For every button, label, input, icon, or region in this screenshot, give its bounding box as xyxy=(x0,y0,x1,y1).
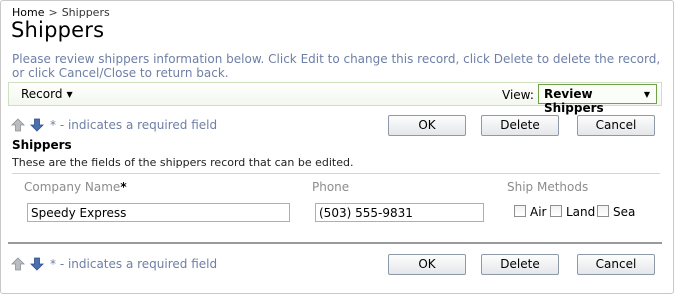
phone-field[interactable] xyxy=(315,203,484,222)
page-description: Please review shippers information below… xyxy=(12,52,661,80)
required-mark: * xyxy=(120,180,127,194)
ship-method-land-label: Land xyxy=(566,205,596,219)
page-frame xyxy=(0,0,674,294)
view-selector-value: Review Shippers xyxy=(544,87,604,115)
chevron-down-icon: ▼ xyxy=(66,90,73,99)
company-name-label: Company Name* xyxy=(24,180,127,194)
arrow-up-icon[interactable] xyxy=(11,118,25,132)
ship-method-sea-label: Sea xyxy=(613,205,636,219)
arrow-down-icon[interactable] xyxy=(30,257,44,271)
action-bar: Record ▼ View: Review Shippers ▼ xyxy=(8,82,662,115)
ship-methods-label: Ship Methods xyxy=(507,180,589,194)
delete-button[interactable]: Delete xyxy=(481,115,559,136)
ship-method-sea-checkbox[interactable] xyxy=(597,205,609,217)
cancel-button[interactable]: Cancel xyxy=(577,115,655,136)
section-title: Shippers xyxy=(12,138,72,152)
delete-button[interactable]: Delete xyxy=(481,254,559,275)
page-title: Shippers xyxy=(11,18,105,42)
phone-label: Phone xyxy=(312,180,350,194)
view-label: View: xyxy=(502,88,534,102)
company-name-label-text: Company Name xyxy=(24,180,121,194)
cancel-button[interactable]: Cancel xyxy=(577,254,655,275)
form-footer-divider xyxy=(8,242,662,244)
ok-button[interactable]: OK xyxy=(388,254,466,275)
section-description: These are the fields of the shippers rec… xyxy=(12,156,354,169)
required-field-note: * - indicates a required field xyxy=(50,257,218,271)
view-selector[interactable]: Review Shippers ▼ xyxy=(538,84,657,115)
record-menu-label: Record xyxy=(21,87,63,101)
arrow-down-icon[interactable] xyxy=(30,118,44,132)
ship-method-land-checkbox[interactable] xyxy=(550,205,562,217)
chevron-down-icon: ▼ xyxy=(643,90,650,99)
ok-button[interactable]: OK xyxy=(388,115,466,136)
arrow-up-icon[interactable] xyxy=(11,257,25,271)
required-field-note: * - indicates a required field xyxy=(50,118,218,132)
ship-method-air-checkbox[interactable] xyxy=(514,205,526,217)
section-divider xyxy=(12,173,660,174)
ship-method-air-label: Air xyxy=(530,205,547,219)
company-name-field[interactable] xyxy=(27,203,290,222)
record-menu[interactable]: Record ▼ xyxy=(21,87,73,101)
